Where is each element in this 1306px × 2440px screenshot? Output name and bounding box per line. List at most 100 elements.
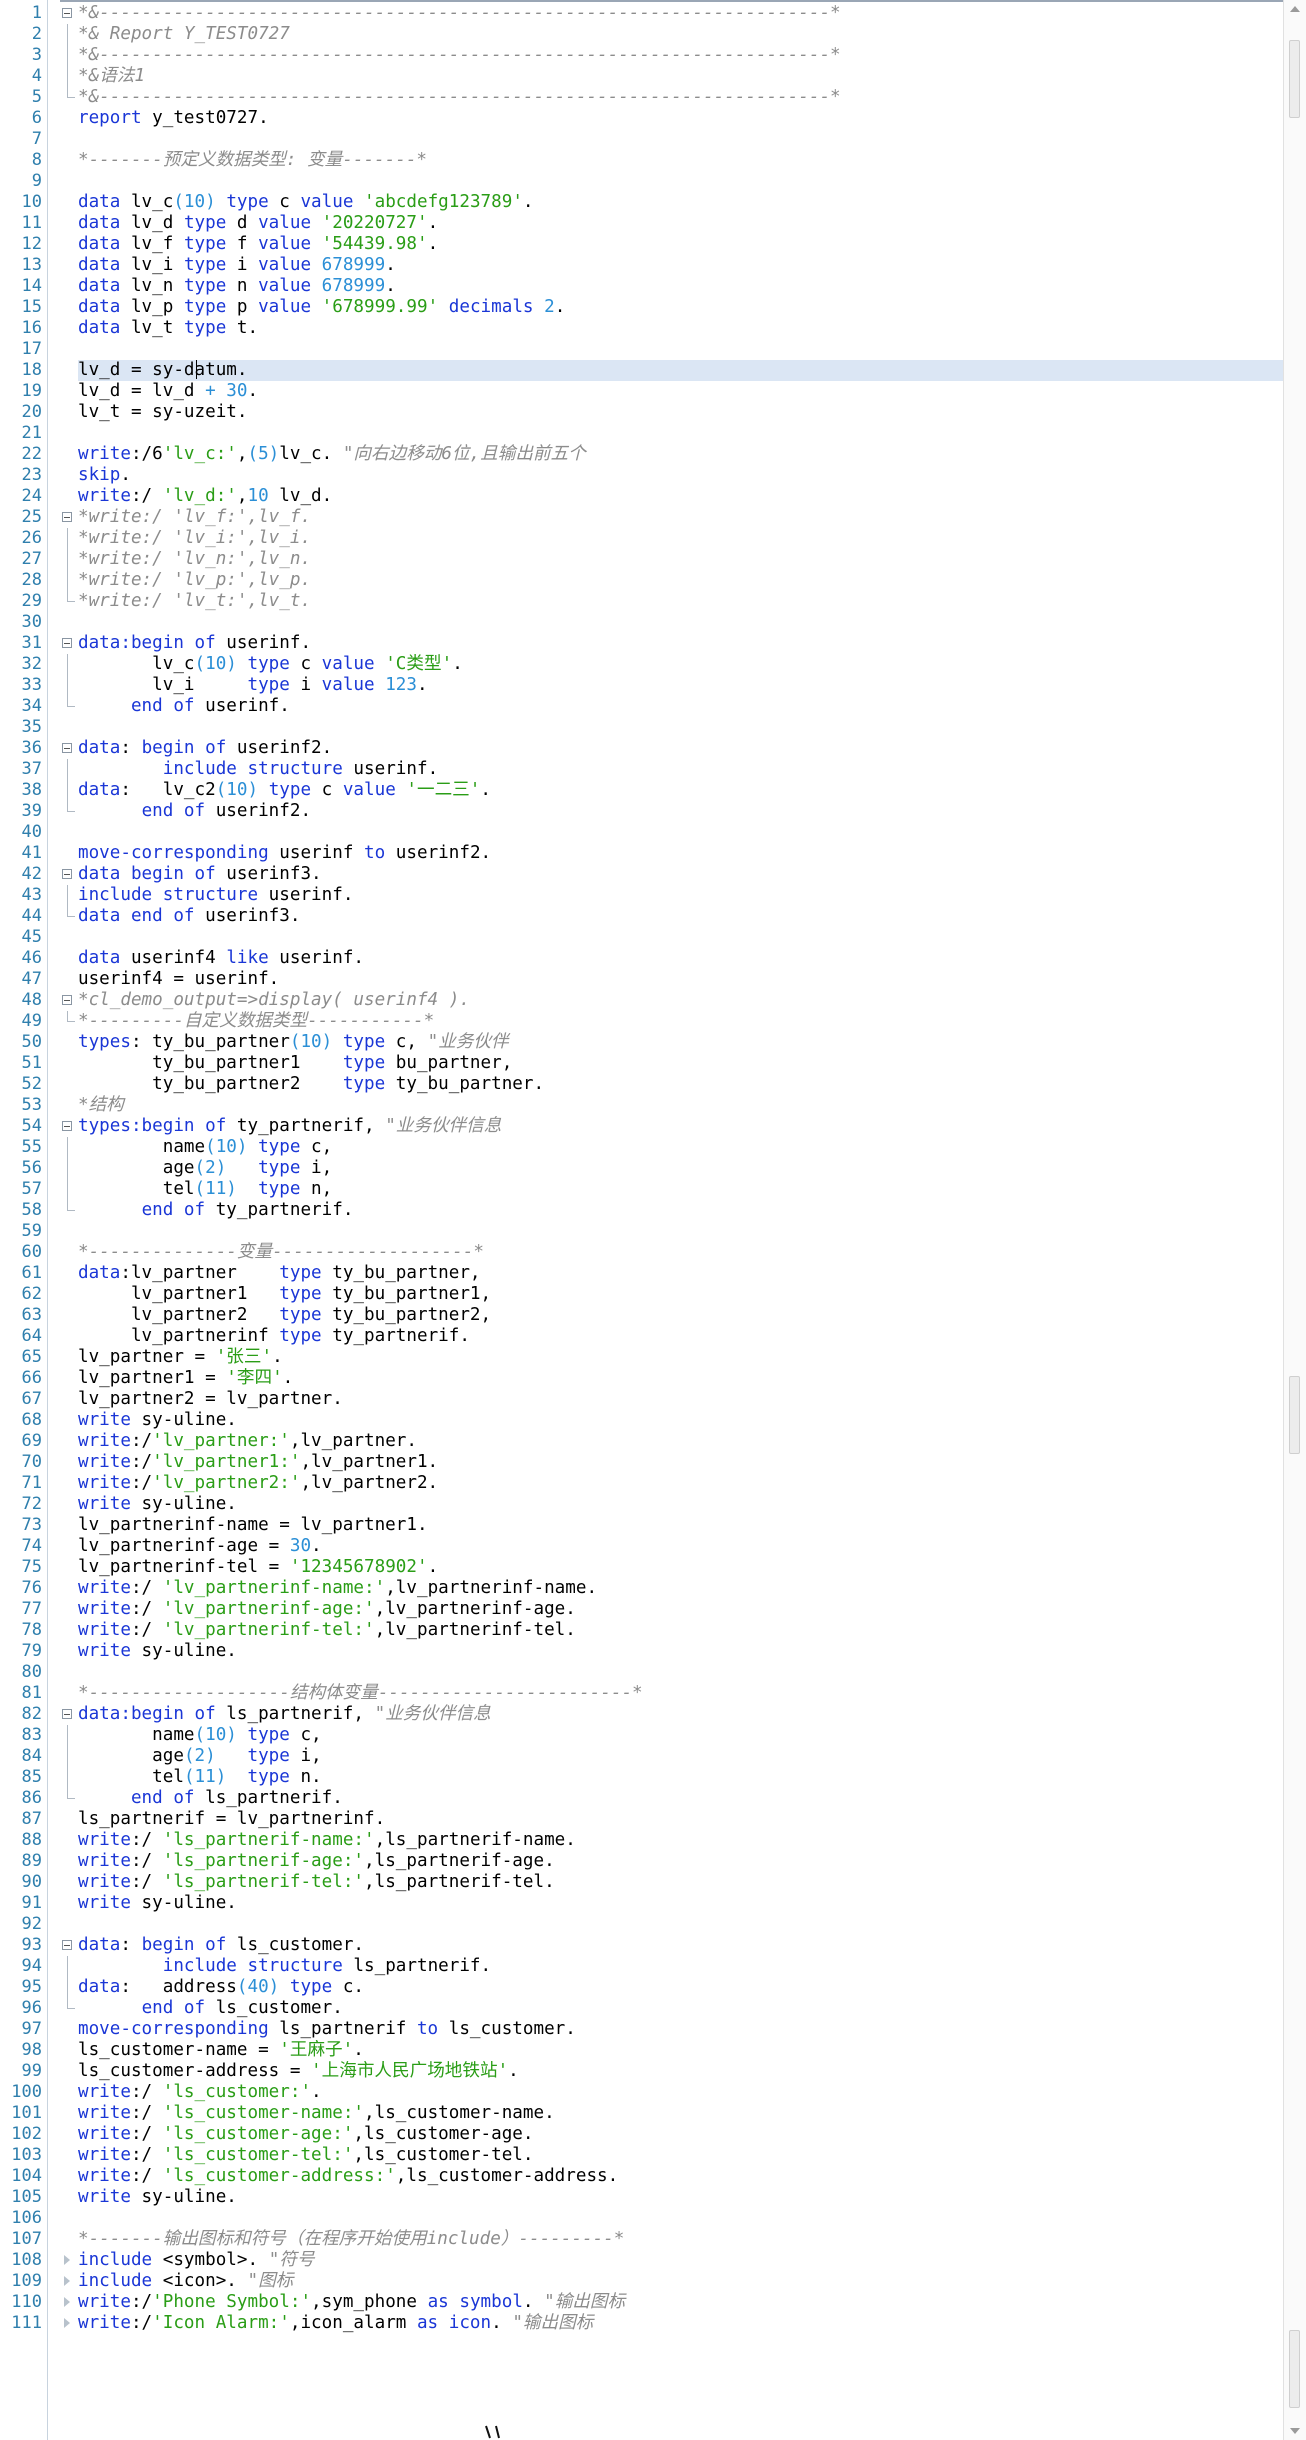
- code-line[interactable]: 61 data:lv_partner type ty_bu_partner,: [0, 1263, 1284, 1284]
- code-line[interactable]: 96 end of ls_customer.: [0, 1998, 1284, 2019]
- code-line[interactable]: 42 data begin of userinf3.: [0, 864, 1284, 885]
- code-text[interactable]: write:/'lv_partner:',lv_partner.: [78, 1431, 1284, 1452]
- code-line[interactable]: 2 *& Report Y_TEST0727: [0, 24, 1284, 45]
- code-line[interactable]: 41 move-corresponding userinf to userinf2…: [0, 843, 1284, 864]
- code-line[interactable]: 30: [0, 612, 1284, 633]
- code-text[interactable]: *cl_demo_output=>display( userinf4 ).: [78, 990, 1284, 1011]
- code-line[interactable]: 28 *write:/ 'lv_p:',lv_p.: [0, 570, 1284, 591]
- code-text[interactable]: types: ty_bu_partner(10) type c, "业务伙伴: [78, 1032, 1284, 1053]
- code-text[interactable]: report y_test0727.: [78, 108, 1284, 129]
- code-line[interactable]: 11 data lv_d type d value '20220727'.: [0, 213, 1284, 234]
- code-text[interactable]: write:/'Icon Alarm:',icon_alarm as icon.…: [78, 2313, 1284, 2334]
- code-line[interactable]: 32 lv_c(10) type c value 'C类型'.: [0, 654, 1284, 675]
- code-text[interactable]: move-corresponding ls_partnerif to ls_cu…: [78, 2019, 1284, 2040]
- code-text[interactable]: write sy-uline.: [78, 1494, 1284, 1515]
- code-line[interactable]: 36 data: begin of userinf2.: [0, 738, 1284, 759]
- code-text[interactable]: data lv_p type p value '678999.99' decim…: [78, 297, 1284, 318]
- code-line[interactable]: 106: [0, 2208, 1284, 2229]
- code-text[interactable]: end of userinf.: [78, 696, 1284, 717]
- code-text[interactable]: [78, 423, 1284, 444]
- code-line[interactable]: 47 userinf4 = userinf.: [0, 969, 1284, 990]
- code-line[interactable]: 40: [0, 822, 1284, 843]
- code-text[interactable]: *&--------------------------------------…: [78, 87, 1284, 108]
- code-text[interactable]: write sy-uline.: [78, 1641, 1284, 1662]
- code-line[interactable]: 81 *-------------------结构体变量-------------…: [0, 1683, 1284, 1704]
- code-line[interactable]: 68 write sy-uline.: [0, 1410, 1284, 1431]
- code-text[interactable]: lv_d = lv_d + 30.: [78, 381, 1284, 402]
- code-text[interactable]: *-------预定义数据类型: 变量-------*: [78, 150, 1284, 171]
- code-line[interactable]: 25 *write:/ 'lv_f:',lv_f.: [0, 507, 1284, 528]
- code-line[interactable]: 8 *-------预定义数据类型: 变量-------*: [0, 150, 1284, 171]
- code-text[interactable]: lv_partner1 = '李四'.: [78, 1368, 1284, 1389]
- code-text[interactable]: include <icon>. "图标: [78, 2271, 1284, 2292]
- code-text[interactable]: [78, 717, 1284, 738]
- code-text[interactable]: write:/ 'ls_customer-address:',ls_custom…: [78, 2166, 1284, 2187]
- code-line[interactable]: 12 data lv_f type f value '54439.98'.: [0, 234, 1284, 255]
- code-line[interactable]: 62 lv_partner1 type ty_bu_partner1,: [0, 1284, 1284, 1305]
- code-line[interactable]: 69 write:/'lv_partner:',lv_partner.: [0, 1431, 1284, 1452]
- fold-collapse-icon[interactable]: [62, 638, 72, 648]
- code-line[interactable]: 5 *&-------------------------------------…: [0, 87, 1284, 108]
- code-text[interactable]: ty_bu_partner2 type ty_bu_partner.: [78, 1074, 1284, 1095]
- code-line[interactable]: 27 *write:/ 'lv_n:',lv_n.: [0, 549, 1284, 570]
- fold-collapse-icon[interactable]: [62, 995, 72, 1005]
- code-text[interactable]: [78, 612, 1284, 633]
- code-line[interactable]: 89 write:/ 'ls_partnerif-age:',ls_partner…: [0, 1851, 1284, 1872]
- code-line[interactable]: 107 *-------输出图标和符号（在程序开始使用include）------…: [0, 2229, 1284, 2250]
- code-text[interactable]: write:/6'lv_c:',(5)lv_c. "向右边移动6位,且输出前五个: [78, 444, 1284, 465]
- code-line[interactable]: 85 tel(11) type n.: [0, 1767, 1284, 1788]
- code-text[interactable]: data userinf4 like userinf.: [78, 948, 1284, 969]
- code-text[interactable]: write:/ 'ls_customer-tel:',ls_customer-t…: [78, 2145, 1284, 2166]
- code-text[interactable]: data:begin of ls_partnerif, "业务伙伴信息: [78, 1704, 1284, 1725]
- code-text[interactable]: data end of userinf3.: [78, 906, 1284, 927]
- code-text[interactable]: [78, 2208, 1284, 2229]
- code-line[interactable]: 72 write sy-uline.: [0, 1494, 1284, 1515]
- code-text[interactable]: [78, 171, 1284, 192]
- code-line[interactable]: 82 data:begin of ls_partnerif, "业务伙伴信息: [0, 1704, 1284, 1725]
- code-text[interactable]: end of ls_customer.: [78, 1998, 1284, 2019]
- code-text[interactable]: *&--------------------------------------…: [78, 45, 1284, 66]
- code-line[interactable]: 34 end of userinf.: [0, 696, 1284, 717]
- code-text[interactable]: [78, 1221, 1284, 1242]
- code-text[interactable]: data begin of userinf3.: [78, 864, 1284, 885]
- code-text[interactable]: lv_partnerinf-tel = '12345678902'.: [78, 1557, 1284, 1578]
- code-text[interactable]: types:begin of ty_partnerif, "业务伙伴信息: [78, 1116, 1284, 1137]
- code-text[interactable]: write:/ 'lv_d:',10 lv_d.: [78, 486, 1284, 507]
- code-text[interactable]: write sy-uline.: [78, 2187, 1284, 2208]
- code-text[interactable]: lv_partner2 type ty_bu_partner2,: [78, 1305, 1284, 1326]
- code-text[interactable]: move-corresponding userinf to userinf2.: [78, 843, 1284, 864]
- code-text[interactable]: data: lv_c2(10) type c value '一二三'.: [78, 780, 1284, 801]
- code-line[interactable]: 90 write:/ 'ls_partnerif-tel:',ls_partner…: [0, 1872, 1284, 1893]
- code-line[interactable]: 48 *cl_demo_output=>display( userinf4 ).: [0, 990, 1284, 1011]
- code-text[interactable]: data lv_n type n value 678999.: [78, 276, 1284, 297]
- code-text[interactable]: lv_partnerinf type ty_partnerif.: [78, 1326, 1284, 1347]
- code-text[interactable]: tel(11) type n,: [78, 1179, 1284, 1200]
- code-line[interactable]: 103 write:/ 'ls_customer-tel:',ls_custome…: [0, 2145, 1284, 2166]
- code-line[interactable]: 22 write:/6'lv_c:',(5)lv_c. "向右边移动6位,且输出前…: [0, 444, 1284, 465]
- code-text[interactable]: tel(11) type n.: [78, 1767, 1284, 1788]
- code-text[interactable]: lv_partnerinf-name = lv_partner1.: [78, 1515, 1284, 1536]
- code-line[interactable]: 87 ls_partnerif = lv_partnerinf.: [0, 1809, 1284, 1830]
- code-line[interactable]: 3 *&-------------------------------------…: [0, 45, 1284, 66]
- code-text[interactable]: write:/'Phone Symbol:',sym_phone as symb…: [78, 2292, 1284, 2313]
- code-line[interactable]: 64 lv_partnerinf type ty_partnerif.: [0, 1326, 1284, 1347]
- code-lines[interactable]: 1 *&-------------------------------------…: [0, 3, 1284, 2334]
- code-text[interactable]: write:/ 'ls_partnerif-age:',ls_partnerif…: [78, 1851, 1284, 1872]
- code-line[interactable]: 53 *结构: [0, 1095, 1284, 1116]
- code-text[interactable]: [78, 129, 1284, 150]
- code-line[interactable]: 93 data: begin of ls_customer.: [0, 1935, 1284, 1956]
- bookmark-marker-icon[interactable]: [64, 2318, 70, 2328]
- code-line[interactable]: 83 name(10) type c,: [0, 1725, 1284, 1746]
- code-text[interactable]: write:/ 'ls_customer-name:',ls_customer-…: [78, 2103, 1284, 2124]
- code-text[interactable]: write:/ 'ls_customer:'.: [78, 2082, 1284, 2103]
- code-text[interactable]: data: begin of userinf2.: [78, 738, 1284, 759]
- code-line[interactable]: 6 report y_test0727.: [0, 108, 1284, 129]
- code-line[interactable]: 63 lv_partner2 type ty_bu_partner2,: [0, 1305, 1284, 1326]
- code-text[interactable]: *&--------------------------------------…: [78, 3, 1284, 24]
- fold-collapse-icon[interactable]: [62, 743, 72, 753]
- code-text[interactable]: userinf4 = userinf.: [78, 969, 1284, 990]
- code-text[interactable]: name(10) type c,: [78, 1725, 1284, 1746]
- code-line[interactable]: 35: [0, 717, 1284, 738]
- code-text[interactable]: lv_partnerinf-age = 30.: [78, 1536, 1284, 1557]
- code-text[interactable]: *-------------------结构体变量---------------…: [78, 1683, 1284, 1704]
